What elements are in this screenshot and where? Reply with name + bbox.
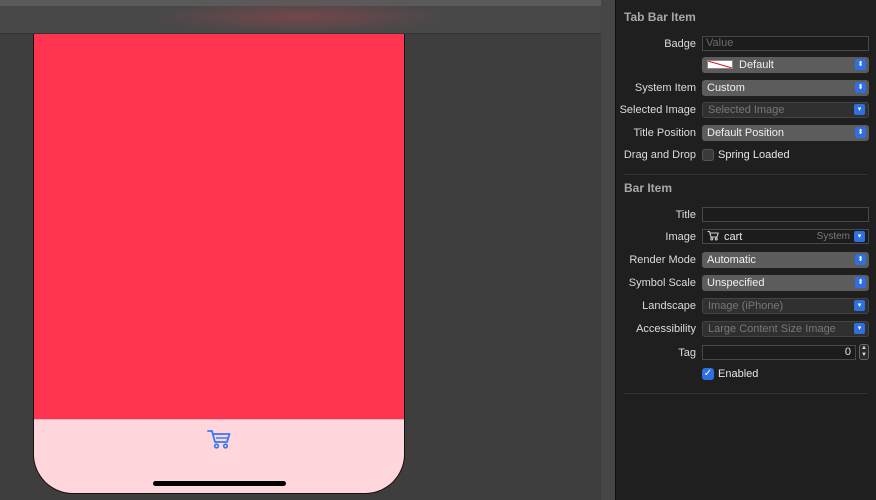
image-source: System xyxy=(816,231,850,242)
accessibility-label: Accessibility xyxy=(636,323,696,335)
attributes-inspector: Tab Bar Item Badge Value Default ⬍ Syste… xyxy=(615,0,876,500)
image-combo[interactable]: cart System ▾ xyxy=(702,229,869,244)
view-controller-view[interactable] xyxy=(34,34,404,419)
popup-arrows-icon: ⬍ xyxy=(855,82,866,93)
scene-highlight xyxy=(150,0,450,34)
section-divider xyxy=(624,174,868,175)
title-position-label: Title Position xyxy=(633,127,696,139)
landscape-label: Landscape xyxy=(642,300,696,312)
home-indicator xyxy=(153,481,286,486)
title-label: Title xyxy=(675,209,696,221)
render-mode-popup[interactable]: Automatic ⬍ xyxy=(702,252,869,268)
cart-icon xyxy=(707,230,719,241)
canvas-scroll-gutter[interactable] xyxy=(601,0,615,500)
badge-color-value: Default xyxy=(739,59,774,71)
chevron-down-icon: ▾ xyxy=(854,300,865,311)
badge-label: Badge xyxy=(664,38,696,50)
image-label: Image xyxy=(665,231,696,243)
spring-loaded-checkbox[interactable] xyxy=(702,149,714,161)
image-value: cart xyxy=(724,231,743,243)
enabled-checkbox[interactable]: ✓ xyxy=(702,368,714,380)
popup-arrows-icon: ⬍ xyxy=(855,277,866,288)
title-input[interactable] xyxy=(702,207,869,222)
popup-arrows-icon: ⬍ xyxy=(855,127,866,138)
tag-label: Tag xyxy=(678,347,696,359)
tag-stepper[interactable]: ▲ ▼ xyxy=(859,344,869,360)
render-mode-label: Render Mode xyxy=(629,254,696,266)
title-position-value: Default Position xyxy=(707,127,785,139)
drag-drop-label: Drag and Drop xyxy=(623,149,696,161)
section-divider xyxy=(624,393,868,394)
accessibility-combo[interactable]: Large Content Size Image ▾ xyxy=(702,321,869,337)
selected-image-placeholder: Selected Image xyxy=(708,104,785,116)
symbol-scale-popup[interactable]: Unspecified ⬍ xyxy=(702,275,869,291)
symbol-scale-value: Unspecified xyxy=(707,277,765,289)
tag-input[interactable]: 0 xyxy=(702,345,856,360)
enabled-label: Enabled xyxy=(718,368,759,380)
chevron-down-icon: ▾ xyxy=(854,104,865,115)
system-item-popup[interactable]: Custom ⬍ xyxy=(702,80,869,96)
tab-bar-item-cart[interactable] xyxy=(206,428,232,450)
selected-image-label: Selected Image xyxy=(619,104,696,116)
badge-color-popup[interactable]: Default ⬍ xyxy=(702,57,869,73)
selected-image-combo[interactable]: Selected Image ▾ xyxy=(702,102,869,118)
badge-input[interactable]: Value xyxy=(702,36,869,51)
render-mode-value: Automatic xyxy=(707,254,756,266)
section-title-tab-bar-item: Tab Bar Item xyxy=(624,10,696,24)
section-title-bar-item: Bar Item xyxy=(624,181,673,195)
default-color-swatch xyxy=(707,60,733,69)
popup-arrows-icon: ⬍ xyxy=(855,254,866,265)
chevron-down-icon: ▾ xyxy=(854,231,865,242)
system-item-label: System Item xyxy=(634,82,696,94)
system-item-value: Custom xyxy=(707,82,745,94)
storyboard-canvas[interactable] xyxy=(0,0,601,500)
symbol-scale-label: Symbol Scale xyxy=(628,277,696,289)
title-position-popup[interactable]: Default Position ⬍ xyxy=(702,125,869,141)
spring-loaded-label: Spring Loaded xyxy=(718,149,790,161)
landscape-placeholder: Image (iPhone) xyxy=(708,300,784,312)
popup-arrows-icon: ⬍ xyxy=(855,59,866,70)
landscape-combo[interactable]: Image (iPhone) ▾ xyxy=(702,298,869,314)
chevron-down-icon: ▾ xyxy=(854,323,865,334)
accessibility-placeholder: Large Content Size Image xyxy=(708,323,836,335)
iphone-device-frame[interactable] xyxy=(33,34,405,494)
cart-icon xyxy=(207,430,231,449)
